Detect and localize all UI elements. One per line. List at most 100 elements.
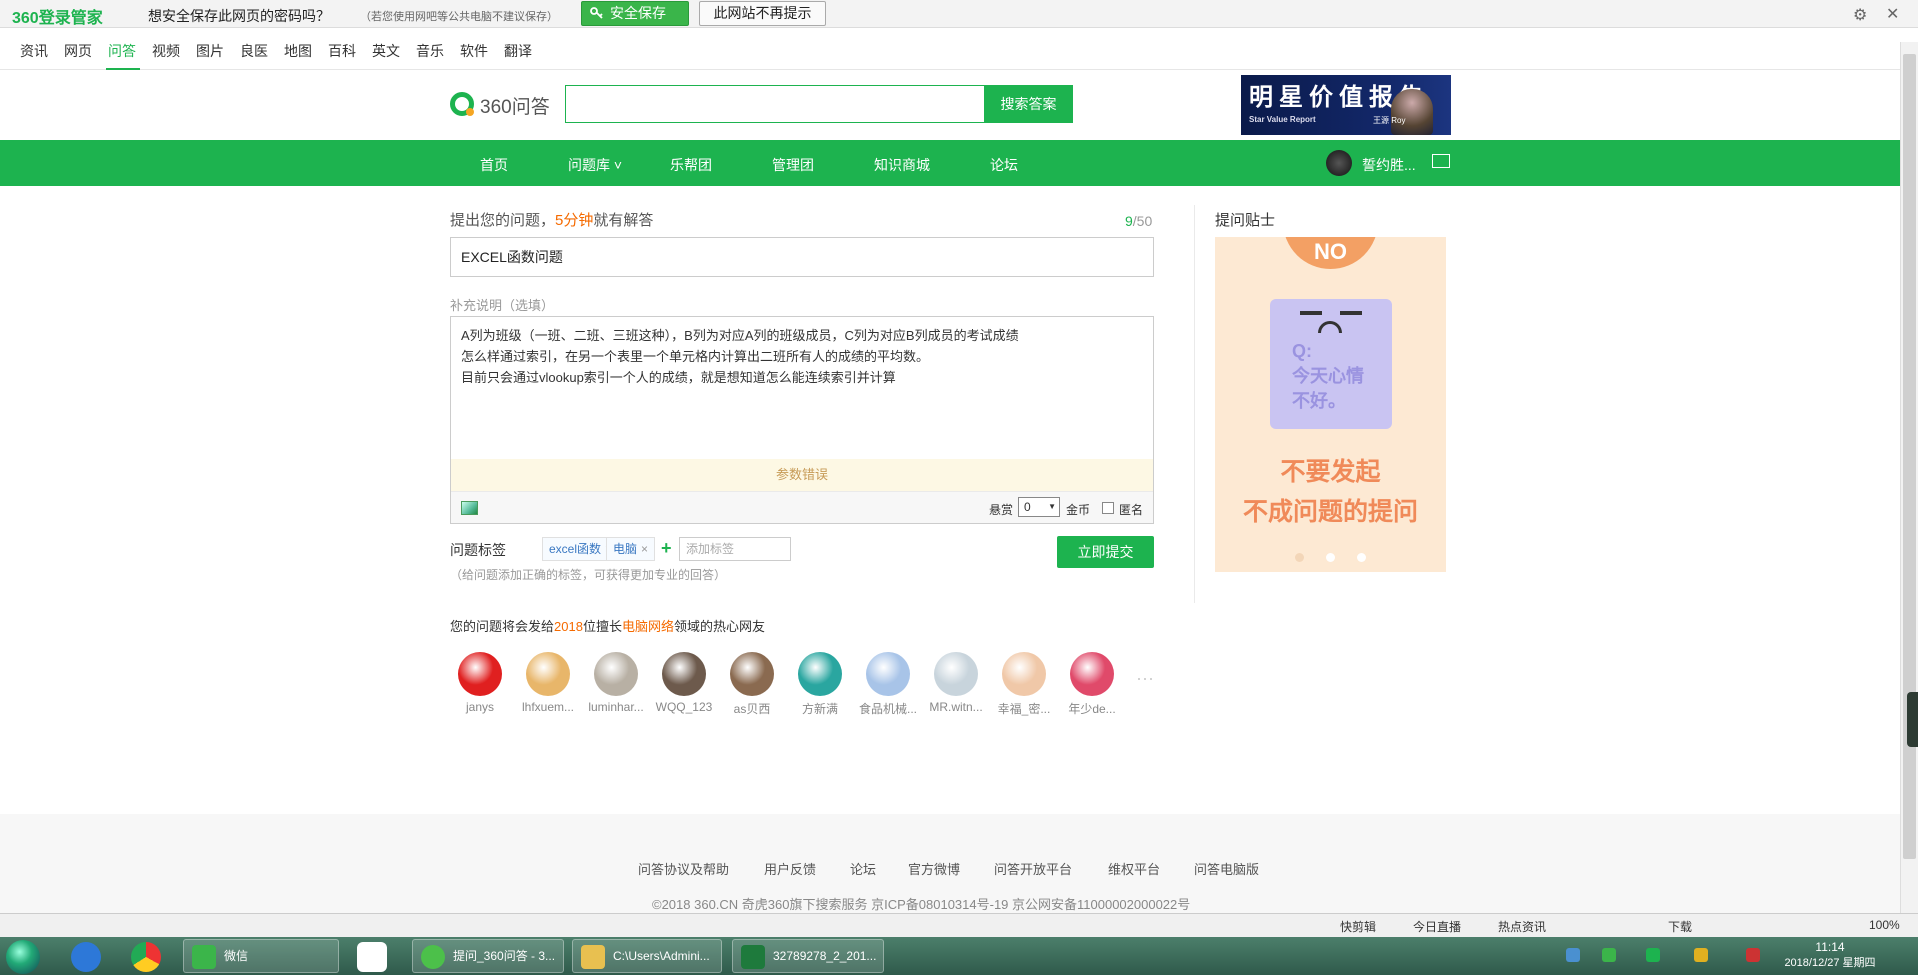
scrollbar[interactable] xyxy=(1900,42,1918,913)
tab-translate[interactable]: 翻译 xyxy=(504,41,532,61)
tab-software[interactable]: 软件 xyxy=(460,41,488,61)
start-button[interactable] xyxy=(6,940,40,974)
browser-status-bar: 快剪辑 今日直播 热点资讯 下载 100% xyxy=(0,913,1918,937)
footer-link[interactable]: 问答开放平台 xyxy=(994,859,1072,878)
task-wechat[interactable]: 微信 xyxy=(183,939,339,973)
expert-avatar[interactable] xyxy=(526,652,570,696)
close-icon[interactable]: ✕ xyxy=(1886,4,1899,24)
volume-icon[interactable] xyxy=(1746,948,1760,962)
expert-avatar[interactable] xyxy=(934,652,978,696)
tag-remove-icon[interactable]: × xyxy=(641,542,648,556)
ad-banner[interactable]: 明星价值报告 Star Value Report 王源 Roy xyxy=(1241,75,1451,135)
password-prompt: 想安全保存此网页的密码吗？ xyxy=(148,8,330,24)
status-zoom[interactable]: 100% xyxy=(1869,918,1900,932)
sogou-icon[interactable] xyxy=(68,940,104,972)
tab-baike[interactable]: 百科 xyxy=(328,41,356,61)
search-button[interactable]: 搜索答案 xyxy=(984,85,1073,123)
tags-hint: （给问题添加正确的标签，可获得更加专业的回答） xyxy=(450,568,727,582)
tab-map[interactable]: 地图 xyxy=(284,41,312,61)
expert-item[interactable]: 年少de... xyxy=(1062,652,1122,717)
tab-qa[interactable]: 问答 xyxy=(108,41,136,61)
save-password-button[interactable]: 安全保存 xyxy=(581,1,689,26)
expert-avatar[interactable] xyxy=(662,652,706,696)
taskbar-clock[interactable]: 11:14 2018/12/27 星期四 xyxy=(1784,939,1875,971)
tray-icon[interactable] xyxy=(1566,948,1580,962)
more-experts-icon[interactable]: ··· xyxy=(1136,668,1154,689)
coin-label: 金币 xyxy=(1066,503,1091,517)
nav-question-library[interactable]: 问题库 ˅ xyxy=(568,155,622,175)
wechat-icon xyxy=(192,945,216,969)
footer-link[interactable]: 论坛 xyxy=(850,859,876,878)
reward-select[interactable]: 0 xyxy=(1018,497,1060,517)
carousel-dot[interactable] xyxy=(1326,553,1335,562)
tab-news[interactable]: 资讯 xyxy=(20,41,48,61)
expert-item[interactable]: 食品机械... xyxy=(858,652,918,717)
add-tag-icon[interactable]: + xyxy=(661,537,672,559)
tray-360-icon[interactable] xyxy=(1646,948,1660,962)
tab-english[interactable]: 英文 xyxy=(372,41,400,61)
expert-item[interactable]: as贝西 xyxy=(722,652,782,717)
nav-manage-team[interactable]: 管理团 xyxy=(772,155,814,175)
expert-name: as贝西 xyxy=(733,702,771,716)
tab-video[interactable]: 视频 xyxy=(152,41,180,61)
user-avatar[interactable] xyxy=(1326,150,1352,176)
task-360-browser[interactable]: 提问_360问答 - 3... xyxy=(412,939,564,973)
expert-send-note: 您的问题将会发给2018位擅长电脑网络领域的热心网友 xyxy=(450,619,765,634)
expert-avatar[interactable] xyxy=(730,652,774,696)
footer-link[interactable]: 用户反馈 xyxy=(764,859,816,878)
save-password-label: 安全保存 xyxy=(610,5,666,21)
tray-security-icon[interactable] xyxy=(1694,948,1708,962)
nav-forum[interactable]: 论坛 xyxy=(990,155,1018,175)
expert-item[interactable]: MR.witn... xyxy=(926,652,986,714)
expert-avatar[interactable] xyxy=(798,652,842,696)
tips-carousel[interactable]: NO Q: 今天心情 不好。 不要发起 不成问题的提问 xyxy=(1215,237,1446,572)
status-hot-news[interactable]: 热点资讯 xyxy=(1498,918,1546,935)
expert-avatar[interactable] xyxy=(1070,652,1114,696)
expert-item[interactable]: WQQ_123 xyxy=(654,652,714,714)
expert-item[interactable]: janys xyxy=(450,652,510,714)
gear-icon[interactable]: ⚙ xyxy=(1853,5,1867,25)
tray-wechat-icon[interactable] xyxy=(1602,948,1616,962)
expert-name: 年少de... xyxy=(1068,702,1116,716)
anonymous-checkbox[interactable] xyxy=(1102,502,1114,514)
expert-avatar[interactable] xyxy=(1002,652,1046,696)
carousel-dot[interactable] xyxy=(1295,553,1304,562)
nav-home[interactable]: 首页 xyxy=(480,155,508,175)
footer-link[interactable]: 官方微博 xyxy=(908,859,960,878)
expert-avatar[interactable] xyxy=(866,652,910,696)
insert-image-icon[interactable] xyxy=(461,501,478,515)
footer-link[interactable]: 问答电脑版 xyxy=(1194,859,1259,878)
baidu-netdisk-icon[interactable] xyxy=(354,940,390,972)
expert-item[interactable]: lhfxuem... xyxy=(518,652,578,714)
tab-doctor[interactable]: 良医 xyxy=(240,41,268,61)
status-download[interactable]: 下载 xyxy=(1668,918,1692,935)
side-panel-handle[interactable] xyxy=(1907,692,1918,747)
tab-web[interactable]: 网页 xyxy=(64,41,92,61)
never-for-site-button[interactable]: 此网站不再提示 xyxy=(699,1,826,26)
user-name[interactable]: 誓约胜... xyxy=(1362,155,1416,175)
description-text[interactable]: A列为班级（一班、二班、三班这种），B列为对应A列的班级成员，C列为对应B列成员… xyxy=(461,325,1019,388)
status-quick-clip[interactable]: 快剪辑 xyxy=(1340,918,1376,935)
task-explorer[interactable]: C:\Users\Admini... xyxy=(572,939,722,973)
tab-music[interactable]: 音乐 xyxy=(416,41,444,61)
nav-help-team[interactable]: 乐帮团 xyxy=(670,155,712,175)
expert-avatar[interactable] xyxy=(594,652,638,696)
tab-images[interactable]: 图片 xyxy=(196,41,224,61)
search-input[interactable] xyxy=(565,85,984,123)
expert-avatar[interactable] xyxy=(458,652,502,696)
expert-item[interactable]: 方新满 xyxy=(790,652,850,717)
mail-icon[interactable] xyxy=(1432,154,1450,168)
expert-item[interactable]: 幸福_密... xyxy=(994,652,1054,717)
nav-knowledge-mall[interactable]: 知识商城 xyxy=(874,155,930,175)
footer-link[interactable]: 维权平台 xyxy=(1108,859,1160,878)
submit-button[interactable]: 立即提交 xyxy=(1057,536,1154,568)
question-title-input[interactable]: EXCEL函数问题 xyxy=(450,237,1154,277)
copyright: ©2018 360.CN 奇虎360旗下搜索服务 京ICP备08010314号-… xyxy=(652,897,1191,912)
status-live[interactable]: 今日直播 xyxy=(1413,918,1461,935)
expert-item[interactable]: luminhar... xyxy=(586,652,646,714)
tag-input[interactable]: 添加标签 xyxy=(679,537,791,561)
carousel-dot[interactable] xyxy=(1357,553,1366,562)
task-excel[interactable]: 32789278_2_201... xyxy=(732,939,884,973)
chrome-icon[interactable] xyxy=(128,940,164,972)
footer-link[interactable]: 问答协议及帮助 xyxy=(638,859,729,878)
